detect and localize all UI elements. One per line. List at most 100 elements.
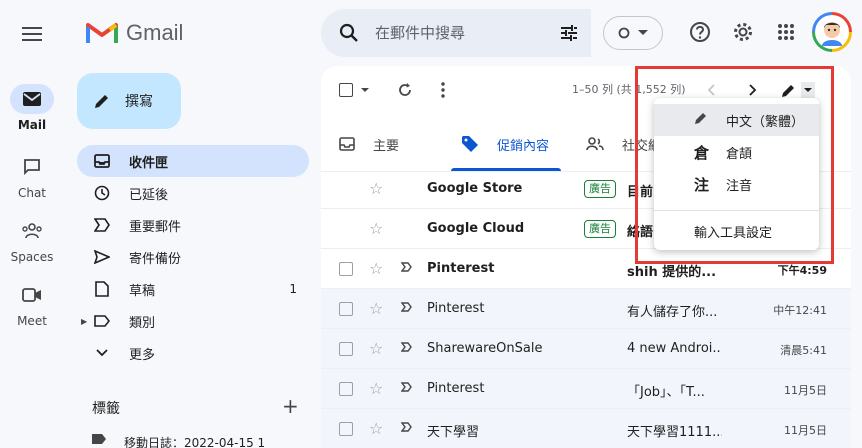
checkbox-icon (339, 83, 353, 97)
sidebar-item-snoozed[interactable]: 已延後 (77, 177, 309, 209)
search-input[interactable] (375, 24, 535, 42)
main-menu-button[interactable] (16, 18, 48, 50)
hamburger-icon (22, 27, 42, 41)
clock-icon (94, 185, 110, 201)
sidebar-item-sent[interactable]: 寄件備份 (77, 241, 309, 273)
gmail-m-icon (86, 23, 118, 43)
sidebar-item-label: 已延後 (129, 187, 169, 203)
email-subject: 「Job」、「T... (627, 385, 705, 400)
email-subject: 4 new Androi... (627, 341, 722, 356)
rail-mail[interactable]: Mail (0, 84, 64, 132)
more-actions-button[interactable] (441, 78, 445, 102)
left-rail: Mail Chat Spaces Meet (0, 0, 64, 448)
sidebar-item-label: 類別 (129, 315, 156, 331)
email-time: 11月5日 (784, 384, 827, 397)
help-icon (690, 22, 710, 42)
sidebar-item-inbox[interactable]: 收件匣 (77, 145, 309, 177)
status-circle-icon (618, 27, 630, 39)
row-checkbox[interactable] (339, 422, 353, 436)
tab-promotions[interactable]: 促銷內容 (461, 116, 549, 172)
important-marker-icon[interactable] (400, 381, 413, 396)
refresh-button[interactable] (397, 78, 413, 102)
select-dropdown-icon (361, 87, 369, 92)
row-checkbox[interactable] (339, 342, 353, 356)
sidebar-item-categories[interactable]: ▶ 類別 (77, 305, 309, 337)
email-sender: Pinterest (427, 261, 495, 276)
ad-badge: 廣告 (584, 180, 616, 198)
sidebar-item-drafts[interactable]: 草稿 1 (77, 273, 309, 305)
sidebar-item-label: 草稿 (129, 283, 156, 299)
star-icon[interactable]: ☆ (369, 219, 383, 238)
rail-meet-label: Meet (17, 314, 47, 328)
star-icon[interactable]: ☆ (369, 419, 383, 438)
pencil-icon (95, 95, 108, 108)
sidebar-item-label: 收件匣 (129, 155, 169, 171)
label-item-text: 移動日誌：2022-04-15 1 (124, 436, 266, 448)
search-bar (321, 9, 591, 57)
sidebar-item-label: 更多 (129, 347, 156, 363)
email-subject: 天下學習1111... (627, 425, 722, 440)
settings-button[interactable] (731, 20, 755, 44)
row-checkbox[interactable] (339, 382, 353, 396)
email-subject: 有人儲存了你... (627, 305, 718, 320)
star-icon[interactable]: ☆ (369, 259, 383, 278)
email-sender: SharewareOnSale (427, 341, 543, 356)
row-checkbox[interactable] (339, 302, 353, 316)
meet-icon (22, 288, 41, 302)
drafts-count: 1 (289, 282, 297, 296)
label-item[interactable]: 移動日誌：2022-04-15 1 (92, 434, 265, 448)
inbox-icon (94, 154, 110, 168)
star-icon[interactable]: ☆ (369, 179, 383, 198)
table-row[interactable]: ☆ Pinterest 「Job」、「T... 11月5日 (321, 369, 851, 409)
spaces-icon (22, 223, 42, 239)
select-all-checkbox[interactable] (339, 78, 369, 102)
expand-caret-icon[interactable]: ▶ (81, 317, 87, 326)
tab-primary[interactable]: 主要 (339, 116, 399, 172)
email-sender: Pinterest (427, 301, 485, 316)
support-button[interactable] (688, 20, 712, 44)
email-time: 中午12:41 (773, 304, 827, 317)
search-options-icon (561, 25, 577, 41)
status-selector[interactable] (603, 16, 663, 50)
table-row[interactable]: ☆ SharewareOnSale 4 new Androi... 清晨5:41 (321, 329, 851, 369)
rail-meet[interactable]: Meet (0, 280, 64, 328)
apps-grid-icon (778, 24, 794, 40)
tag-icon (462, 136, 478, 152)
mail-icon (23, 92, 41, 106)
rail-chat[interactable]: Chat (0, 152, 64, 200)
compose-button[interactable]: 撰寫 (77, 73, 181, 129)
sidebar-item-more[interactable]: 更多 (77, 337, 309, 369)
search-icon (339, 23, 358, 42)
chevron-down-icon (96, 349, 108, 357)
app-name: Gmail (126, 20, 184, 45)
star-icon[interactable]: ☆ (369, 379, 383, 398)
star-icon[interactable]: ☆ (369, 339, 383, 358)
dropdown-arrow-icon (638, 30, 648, 35)
sidebar-nav: 收件匣 已延後 重要郵件 寄件備份 草稿 1 ▶ 類別 更多 (77, 145, 309, 369)
send-icon (94, 250, 110, 264)
email-sender: Pinterest (427, 381, 485, 396)
tab-label: 促銷內容 (497, 138, 550, 154)
apps-button[interactable] (774, 20, 798, 44)
rail-spaces[interactable]: Spaces (0, 216, 64, 264)
email-time: 11月5日 (784, 424, 827, 437)
row-checkbox[interactable] (339, 262, 353, 276)
star-icon[interactable]: ☆ (369, 299, 383, 318)
table-row[interactable]: ☆ 天下學習 天下學習1111... 11月5日 (321, 409, 851, 448)
table-row[interactable]: ☆ Pinterest 有人儲存了你... 中午12:41 (321, 289, 851, 329)
email-sender: 天下學習 (427, 425, 480, 440)
create-label-button[interactable]: + (282, 394, 299, 418)
important-marker-icon[interactable] (400, 421, 413, 436)
avatar-face-icon (822, 22, 842, 46)
important-marker-icon[interactable] (400, 341, 413, 356)
gmail-logo[interactable]: Gmail (86, 20, 183, 46)
inbox-tab-icon (339, 137, 355, 151)
sidebar-item-important[interactable]: 重要郵件 (77, 209, 309, 241)
tab-label: 主要 (373, 138, 400, 154)
important-marker-icon[interactable] (400, 261, 413, 276)
email-sender: Google Store (427, 181, 523, 196)
important-marker-icon[interactable] (400, 301, 413, 316)
ad-badge: 廣告 (584, 220, 616, 238)
account-avatar[interactable] (812, 12, 852, 52)
rail-chat-label: Chat (17, 186, 47, 200)
